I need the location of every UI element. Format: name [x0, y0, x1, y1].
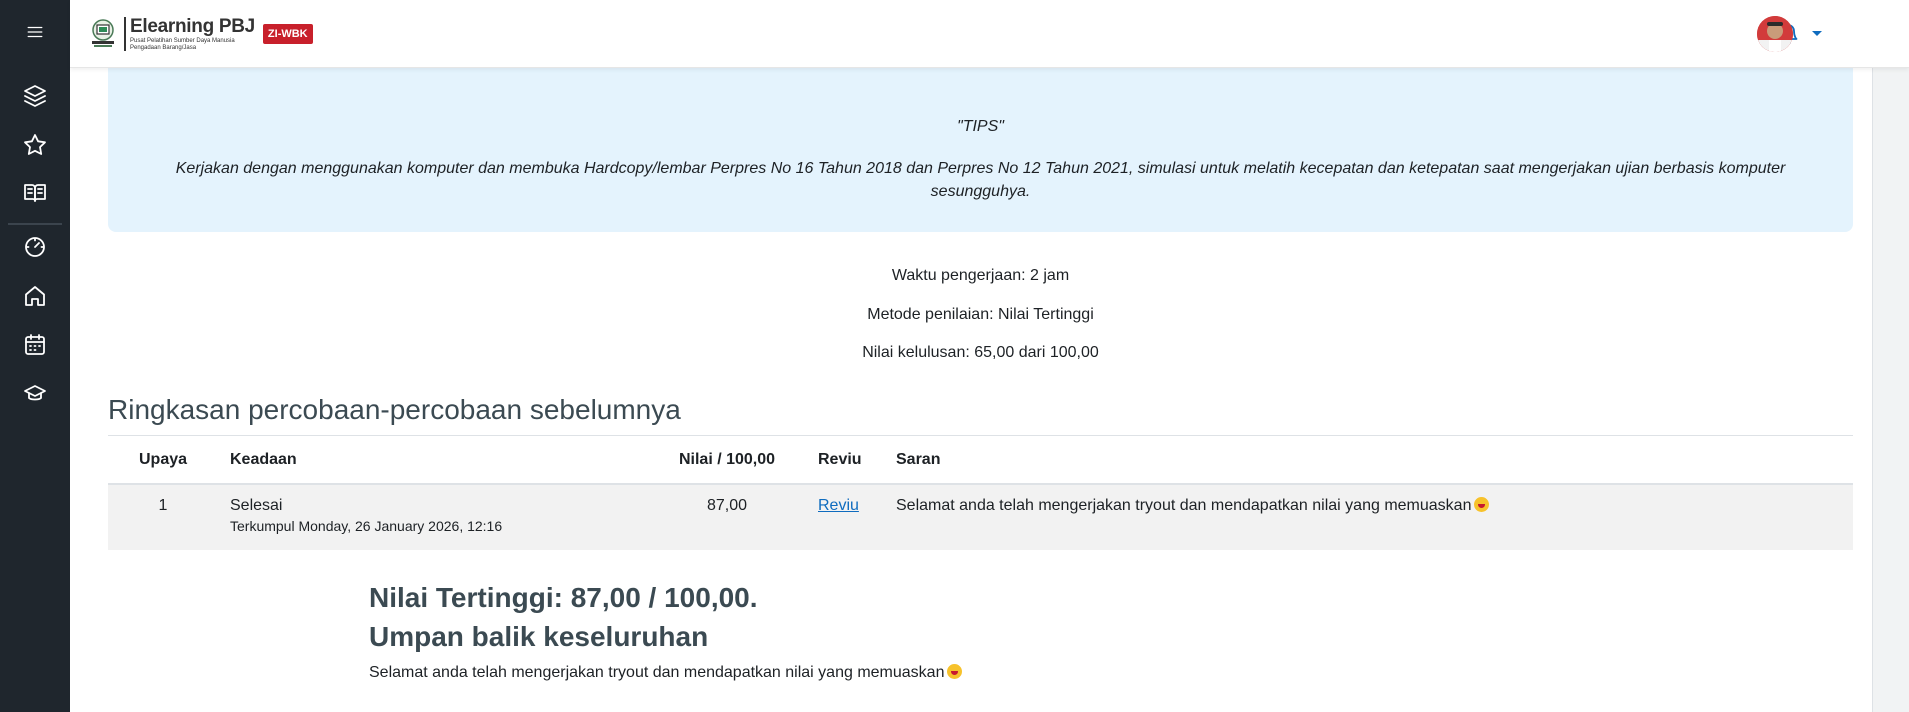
overall-feedback-message: Selamat anda telah mengerjakan tryout da… — [369, 664, 945, 681]
grinning-emoji-icon — [1474, 497, 1490, 512]
menu-icon — [27, 26, 43, 38]
overall-feedback-text: Selamat anda telah mengerjakan tryout da… — [369, 664, 963, 682]
table-row: 1 Selesai Terkumpul Monday, 26 January 2… — [108, 484, 1853, 550]
attempt-state-cell: Selesai Terkumpul Monday, 26 January 202… — [218, 484, 648, 550]
attempt-feedback-cell: Selamat anda telah mengerjakan tryout da… — [884, 484, 1853, 550]
attempt-submitted-time: Terkumpul Monday, 26 January 2026, 12:16 — [230, 518, 503, 534]
brand-title: Elearning PBJ — [130, 15, 255, 37]
sidebar-item-grades[interactable] — [0, 370, 70, 418]
zi-wbk-badge: ZI-WBK — [262, 24, 313, 44]
top-navbar: Elearning PBJ Pusat Pelatihan Sumber Day… — [70, 0, 1909, 68]
logo-divider — [124, 17, 126, 51]
layers-icon — [24, 85, 46, 107]
site-logo[interactable]: Elearning PBJ Pusat Pelatihan Sumber Day… — [88, 16, 313, 52]
review-link[interactable]: Reviu — [818, 497, 859, 514]
attempt-number: 1 — [108, 484, 218, 550]
sidebar-item-calendar[interactable] — [0, 321, 70, 369]
user-avatar-image — [1757, 16, 1793, 52]
home-icon — [25, 286, 45, 306]
logo-mark — [88, 17, 118, 51]
brand-subtitle-line1: Pusat Pelatihan Sumber Daya Manusia — [130, 37, 235, 44]
quiz-passing-grade: Nilai kelulusan: 65,00 dari 100,00 — [862, 344, 1099, 361]
sidebar-item-courses[interactable] — [0, 72, 70, 120]
calendar-icon — [25, 334, 45, 355]
sidebar-item-home[interactable] — [0, 272, 70, 320]
attempts-summary-title: Ringkasan percobaan-percobaan sebelumnya — [108, 394, 681, 425]
attempt-feedback: Selamat anda telah mengerjakan tryout da… — [896, 497, 1472, 514]
graduation-cap-icon — [24, 385, 46, 401]
sidebar-item-starred[interactable] — [0, 121, 70, 169]
col-attempt: Upaya — [108, 436, 218, 485]
sidebar-item-library[interactable] — [0, 169, 70, 217]
attempt-state: Selesai — [230, 497, 283, 514]
grinning-emoji-icon — [947, 664, 963, 679]
book-open-icon — [24, 184, 46, 202]
col-feedback: Saran — [884, 436, 1853, 485]
gauge-icon — [25, 237, 45, 257]
attempt-grade: 87,00 — [648, 484, 806, 550]
sidebar-toggle[interactable] — [0, 8, 70, 56]
overall-feedback-title: Umpan balik keseluruhan — [369, 621, 709, 652]
highest-grade: Nilai Tertinggi: 87,00 / 100,00. — [369, 582, 758, 613]
col-grade: Nilai / 100,00 — [648, 436, 806, 485]
sidebar-item-dashboard[interactable] — [0, 223, 70, 271]
table-header-row: Upaya Keadaan Nilai / 100,00 Reviu Saran — [108, 436, 1853, 485]
tips-body: Kerjakan dengan menggunakan komputer dan… — [175, 160, 1786, 200]
brand-subtitle-line2: Pengadaan Barang/Jasa — [130, 44, 197, 51]
col-review: Reviu — [806, 436, 884, 485]
col-state: Keadaan — [218, 436, 648, 485]
main-content: "TIPS" Kerjakan dengan menggunakan kompu… — [70, 68, 1872, 712]
avatar[interactable] — [1757, 16, 1793, 52]
left-sidebar — [0, 0, 70, 712]
star-icon — [24, 134, 46, 155]
tips-box: "TIPS" Kerjakan dengan menggunakan kompu… — [108, 68, 1853, 232]
quiz-time-limit: Waktu pengerjaan: 2 jam — [891, 267, 1070, 284]
tips-title: "TIPS" — [957, 118, 1004, 135]
user-menu-chevron-down-icon[interactable] — [1812, 31, 1822, 36]
attempt-review-cell: Reviu — [806, 484, 884, 550]
page-gutter — [1872, 0, 1909, 712]
quiz-grading-method: Metode penilaian: Nilai Tertinggi — [867, 306, 1094, 323]
attempts-summary-table: Upaya Keadaan Nilai / 100,00 Reviu Saran… — [108, 436, 1853, 550]
